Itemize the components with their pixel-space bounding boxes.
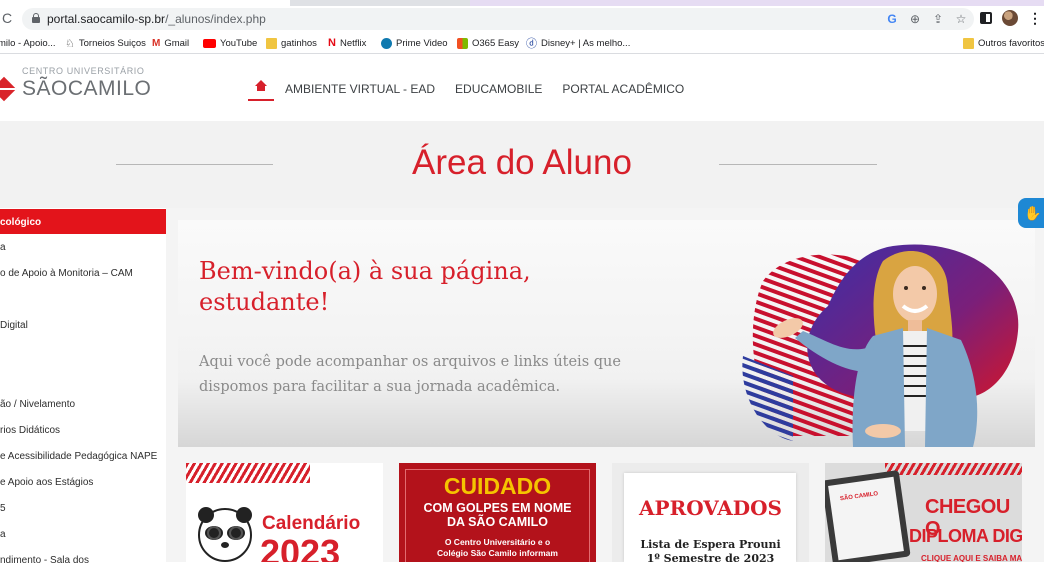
main-content: Bem-vindo(a) à sua página, estudante! Aq…: [166, 208, 1044, 562]
reload-icon[interactable]: C: [2, 10, 16, 26]
nav-ambiente-virtual[interactable]: AMBIENTE VIRTUAL - EAD: [285, 82, 435, 96]
welcome-title: Bem-vindo(a) à sua página, estudante!: [199, 257, 531, 316]
card-diploma-cta: CLIQUE AQUI E SAIBA MAIS: [921, 554, 1022, 562]
welcome-banner: Bem-vindo(a) à sua página, estudante! Aq…: [178, 220, 1035, 447]
netflix-icon: N: [328, 37, 336, 49]
sidebar-item[interactable]: e Apoio aos Estágios: [0, 477, 93, 488]
home-icon[interactable]: [248, 77, 274, 101]
bookmark-item[interactable]: N Netflix: [328, 36, 366, 50]
card-cuidado[interactable]: CUIDADO COM GOLPES EM NOME DA SÃO CAMILO…: [399, 463, 596, 562]
nav-educamobile[interactable]: EDUCAMOBILE: [455, 82, 542, 96]
menu-icon[interactable]: ⋮: [1028, 11, 1042, 25]
bookmark-item[interactable]: Prime Video: [381, 36, 448, 50]
sidebar-item[interactable]: a: [0, 529, 6, 540]
bookmark-star-icon[interactable]: ☆: [954, 10, 968, 28]
bookmark-item[interactable]: gatinhos: [266, 36, 317, 50]
card-calendario-year: 2023: [260, 532, 341, 563]
page-title: Área do Aluno: [412, 143, 632, 182]
nav-portal-academico[interactable]: PORTAL ACADÊMICO: [562, 82, 684, 96]
profile-avatar[interactable]: [1002, 10, 1018, 26]
site-header: CENTRO UNIVERSITÁRIO SÃOCAMILO AMBIENTE …: [0, 55, 1044, 121]
student-illustration: [742, 244, 1019, 447]
logo-subtitle[interactable]: CENTRO UNIVERSITÁRIO: [22, 66, 145, 76]
card-aprovados[interactable]: APROVADOS Lista de Espera Prouni 1º Seme…: [612, 463, 809, 562]
address-bar-row: C portal.saocamilo-sp.br/_alunos/index.p…: [0, 6, 1044, 32]
card-aprovados-headline: APROVADOS: [639, 496, 782, 520]
bookmarks-bar: milo - Apoio... ♘ Torneios Suiços M Gmail …: [0, 32, 1044, 54]
zoom-icon[interactable]: ⊕: [908, 10, 922, 28]
sidebar-item[interactable]: ão / Nivelamento: [0, 399, 75, 410]
side-panel-icon[interactable]: [980, 12, 992, 24]
logo-name[interactable]: SÃOCAMILO: [22, 77, 151, 101]
gmail-icon: M: [152, 37, 161, 49]
sidebar-item-active[interactable]: cológico: [0, 209, 166, 234]
disney-icon: ⓓ: [526, 38, 537, 50]
card-diploma-mini-logo: SÃO CAMILO: [839, 491, 879, 503]
prime-video-icon: [381, 37, 392, 49]
chess-icon: ♘: [65, 37, 75, 50]
sidebar-item[interactable]: 5: [0, 503, 6, 514]
other-bookmarks[interactable]: Outros favoritos: [963, 36, 1044, 50]
folder-icon: [963, 37, 974, 49]
sidebar-item[interactable]: rios Didáticos: [0, 425, 60, 436]
news-cards: Calendário 2023 CUIDADO COM GOLPES EM NO…: [186, 463, 1044, 562]
card-aprovados-sub2: 1º Semestre de 2023: [646, 552, 775, 562]
main-nav: AMBIENTE VIRTUAL - EAD EDUCAMOBILE PORTA…: [248, 77, 684, 101]
bookmark-item[interactable]: O365 Easy: [457, 36, 519, 50]
bookmark-item[interactable]: YouTube: [203, 36, 257, 50]
sidebar-item[interactable]: e Acessibilidade Pedagógica NAPE: [0, 451, 157, 462]
card-aprovados-sub: Lista de Espera Prouni: [640, 538, 781, 551]
bookmark-item[interactable]: milo - Apoio...: [0, 36, 56, 50]
sao-camilo-logo-icon[interactable]: [0, 76, 17, 102]
address-bar[interactable]: portal.saocamilo-sp.br/_alunos/index.php…: [22, 8, 974, 30]
office-icon: [457, 37, 468, 49]
card-cuidado-body: O Centro Universitário e o Colégio São C…: [437, 537, 558, 558]
sidebar-item[interactable]: a: [0, 242, 6, 253]
tablet-icon: SÃO CAMILO: [825, 469, 911, 562]
card-calendario[interactable]: Calendário 2023: [186, 463, 383, 562]
accessibility-widget[interactable]: ✋: [1018, 198, 1044, 228]
sidebar-menu: cológico a o de Apoio à Monitoria – CAM …: [0, 208, 166, 566]
sidebar-item[interactable]: Digital: [0, 320, 28, 331]
bookmark-item[interactable]: ⓓ Disney+ | As melho...: [526, 36, 630, 51]
sidebar-item[interactable]: o de Apoio à Monitoria – CAM: [0, 268, 133, 279]
folder-icon: [266, 37, 277, 49]
card-diploma[interactable]: SÃO CAMILO CHEGOU O DIPLOMA DIGITAL CLIQ…: [825, 463, 1022, 562]
url-text[interactable]: portal.saocamilo-sp.br/_alunos/index.php: [47, 12, 266, 26]
card-diploma-headline2: DIPLOMA DIGITAL: [909, 526, 1022, 546]
share-icon[interactable]: ⇪: [931, 10, 945, 28]
sidebar-item[interactable]: ndimento - Sala dos: [0, 555, 89, 566]
bookmark-item[interactable]: M Gmail: [152, 36, 189, 50]
bookmark-item[interactable]: ♘ Torneios Suiços: [65, 36, 146, 50]
welcome-text: Aqui você pode acompanhar os arquivos e …: [199, 354, 621, 395]
panda-icon: [198, 507, 252, 562]
card-cuidado-headline: CUIDADO: [443, 473, 552, 499]
google-translate-icon[interactable]: G: [885, 10, 899, 28]
card-cuidado-subhead: COM GOLPES EM NOME DA SÃO CAMILO: [423, 501, 572, 529]
sign-language-icon: ✋: [1024, 205, 1042, 221]
title-rule-right: [719, 164, 877, 165]
lock-icon[interactable]: [32, 13, 40, 23]
title-band: Área do Aluno: [0, 121, 1044, 208]
youtube-icon: [203, 38, 216, 48]
